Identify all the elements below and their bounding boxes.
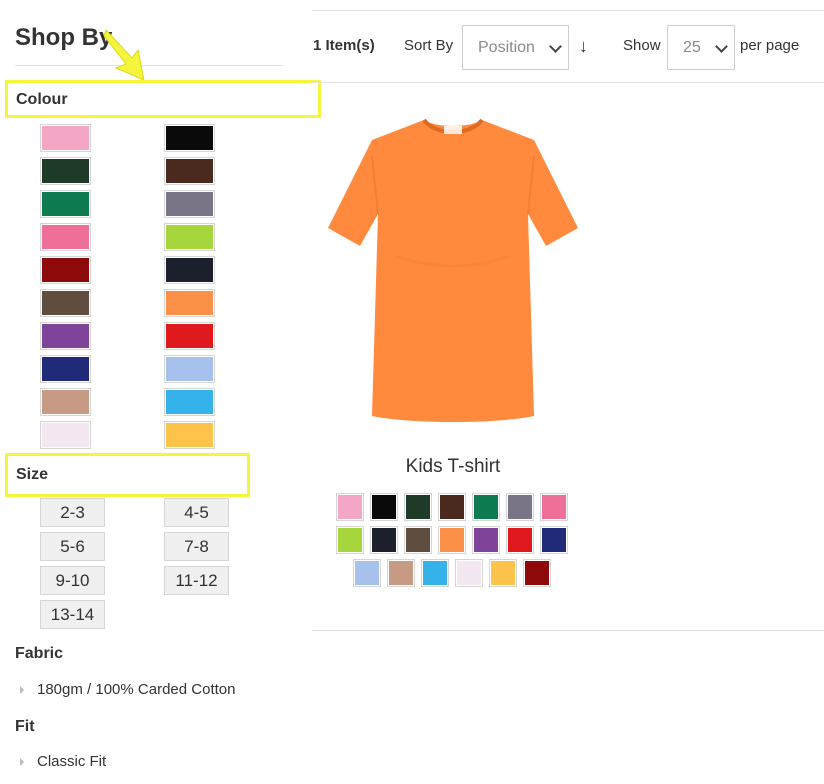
product-colour-swatch[interactable] xyxy=(540,493,568,521)
colour-swatch[interactable] xyxy=(40,223,91,251)
caret-right-icon xyxy=(20,757,24,766)
colour-swatch[interactable] xyxy=(164,124,215,152)
colour-swatch[interactable] xyxy=(40,124,91,152)
colour-swatch[interactable] xyxy=(164,322,215,350)
per-page-label: per page xyxy=(740,37,800,54)
colour-swatch[interactable] xyxy=(164,223,215,251)
colour-swatch[interactable] xyxy=(40,355,91,383)
limiter-value: 25 xyxy=(683,38,701,56)
chevron-down-icon xyxy=(715,40,728,53)
colour-swatch[interactable] xyxy=(164,157,215,185)
size-option[interactable]: 4-5 xyxy=(164,498,229,527)
arrow-down-icon: ↓ xyxy=(579,36,588,56)
colour-swatch[interactable] xyxy=(40,157,91,185)
product-colour-swatch[interactable] xyxy=(438,493,466,521)
product-colour-swatch[interactable] xyxy=(489,559,517,587)
fit-option[interactable]: Classic Fit xyxy=(20,753,106,770)
limiter-select[interactable]: 25 xyxy=(667,25,735,70)
product-colour-swatch[interactable] xyxy=(336,526,364,554)
size-option[interactable]: 7-8 xyxy=(164,532,229,561)
product-colour-swatch[interactable] xyxy=(404,493,432,521)
colour-swatch[interactable] xyxy=(164,256,215,284)
size-option[interactable]: 9-10 xyxy=(40,566,105,595)
product-colour-swatch[interactable] xyxy=(336,493,364,521)
product-swatch-row xyxy=(353,559,551,587)
fabric-option-label: 180gm / 100% Carded Cotton xyxy=(37,681,236,698)
product-swatch-row xyxy=(336,493,568,521)
sort-by-value: Position xyxy=(478,38,535,56)
divider xyxy=(312,82,824,83)
product-colour-swatch[interactable] xyxy=(506,493,534,521)
product-name-link[interactable]: Kids T-shirt xyxy=(312,456,594,478)
product-colour-swatch[interactable] xyxy=(455,559,483,587)
product-colour-swatch[interactable] xyxy=(353,559,381,587)
colour-swatch[interactable] xyxy=(164,421,215,449)
colour-swatch[interactable] xyxy=(40,388,91,416)
divider xyxy=(312,630,824,631)
size-option-grid: 2-3 4-5 5-6 7-8 9-10 11-12 13-14 xyxy=(40,498,229,629)
product-colour-swatch[interactable] xyxy=(370,526,398,554)
show-label: Show xyxy=(623,37,661,54)
product-colour-swatch[interactable] xyxy=(404,526,432,554)
product-colour-swatch[interactable] xyxy=(472,526,500,554)
colour-swatch[interactable] xyxy=(40,190,91,218)
size-option[interactable]: 13-14 xyxy=(40,600,105,629)
colour-swatch[interactable] xyxy=(164,289,215,317)
colour-swatch[interactable] xyxy=(164,388,215,416)
colour-swatch-grid xyxy=(40,124,220,449)
product-colour-swatch[interactable] xyxy=(387,559,415,587)
product-colour-swatch[interactable] xyxy=(523,559,551,587)
colour-swatch[interactable] xyxy=(40,289,91,317)
fabric-option[interactable]: 180gm / 100% Carded Cotton xyxy=(20,681,235,698)
sort-direction-button[interactable]: ↓ xyxy=(579,36,588,57)
shop-by-title: Shop By xyxy=(15,24,113,51)
chevron-down-icon xyxy=(549,40,562,53)
product-swatch-row xyxy=(336,526,568,554)
size-option[interactable]: 5-6 xyxy=(40,532,105,561)
colour-swatch[interactable] xyxy=(164,355,215,383)
product-image[interactable] xyxy=(326,116,580,428)
fabric-filter-title[interactable]: Fabric xyxy=(15,645,63,663)
caret-right-icon xyxy=(20,685,24,694)
annotation-arrow-icon xyxy=(104,29,145,81)
size-option[interactable]: 11-12 xyxy=(164,566,229,595)
fit-option-label: Classic Fit xyxy=(37,753,107,770)
sort-by-select[interactable]: Position xyxy=(462,25,569,70)
colour-swatch[interactable] xyxy=(40,421,91,449)
product-colour-swatch[interactable] xyxy=(370,493,398,521)
product-colour-swatch[interactable] xyxy=(506,526,534,554)
item-count: 1 Item(s) xyxy=(313,37,375,54)
colour-swatch[interactable] xyxy=(40,322,91,350)
colour-swatch[interactable] xyxy=(164,190,215,218)
colour-swatch[interactable] xyxy=(40,256,91,284)
colour-filter-header[interactable]: Colour xyxy=(5,80,321,118)
product-colour-swatch[interactable] xyxy=(472,493,500,521)
product-colour-swatch[interactable] xyxy=(540,526,568,554)
product-colour-swatch[interactable] xyxy=(438,526,466,554)
colour-filter-title: Colour xyxy=(16,91,68,108)
divider xyxy=(312,10,824,11)
size-option[interactable]: 2-3 xyxy=(40,498,105,527)
size-filter-header[interactable]: Size xyxy=(5,453,250,497)
fit-filter-title[interactable]: Fit xyxy=(15,718,35,736)
sort-by-label: Sort By xyxy=(404,37,454,54)
product-colour-swatch[interactable] xyxy=(421,559,449,587)
size-filter-title: Size xyxy=(16,466,49,483)
